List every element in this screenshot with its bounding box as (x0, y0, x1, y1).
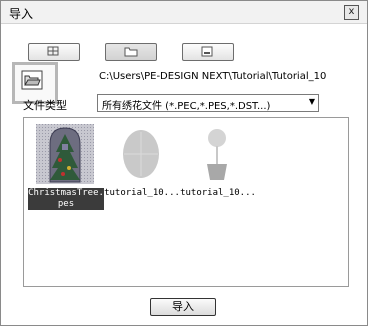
thumbnail-view-icon (47, 46, 59, 56)
chevron-down-icon: ▼ (308, 97, 315, 106)
current-path: C:\Users\PE-DESIGN NEXT\Tutorial\Tutoria… (99, 71, 327, 82)
file-list[interactable]: ChristmasTree. pes tutorial_10... tutori… (23, 117, 349, 287)
file-name: tutorial_10... (104, 188, 180, 199)
title-bar: 导入 x (1, 1, 367, 24)
filetype-select[interactable]: 所有绣花文件 (*.PEC,*.PES,*.DST...) ▼ (97, 94, 319, 112)
folder-view-icon (124, 47, 138, 57)
close-button[interactable]: x (344, 5, 359, 20)
import-button[interactable]: 导入 (150, 298, 216, 316)
dialog-title: 导入 (9, 7, 34, 21)
filetype-label: 文件类型 (23, 99, 67, 112)
file-name-line: pes (57, 199, 75, 209)
oval-thumbnail-icon (123, 130, 159, 178)
potted-plant-thumbnail-icon (207, 129, 227, 180)
file-name-line: tutorial_10... (104, 188, 180, 198)
file-name-line: ChristmasTree. (28, 188, 104, 198)
thumbnail-view-button[interactable] (28, 43, 80, 61)
folder-view-button[interactable] (105, 43, 157, 61)
preview-view-button[interactable] (182, 43, 234, 61)
preview-view-icon (201, 46, 213, 57)
import-dialog: 导入 x C:\Users\PE-DESIGN NEXT\Tutorial\Tu… (0, 0, 368, 326)
open-folder-icon (21, 70, 43, 90)
file-name: ChristmasTree. pes (28, 188, 104, 210)
file-name: tutorial_10... (180, 188, 256, 199)
filetype-selected-value: 所有绣花文件 (*.PEC,*.PES,*.DST...) (102, 101, 271, 112)
file-name-line: tutorial_10... (180, 188, 256, 198)
christmas-tree-thumbnail-icon (36, 124, 94, 184)
